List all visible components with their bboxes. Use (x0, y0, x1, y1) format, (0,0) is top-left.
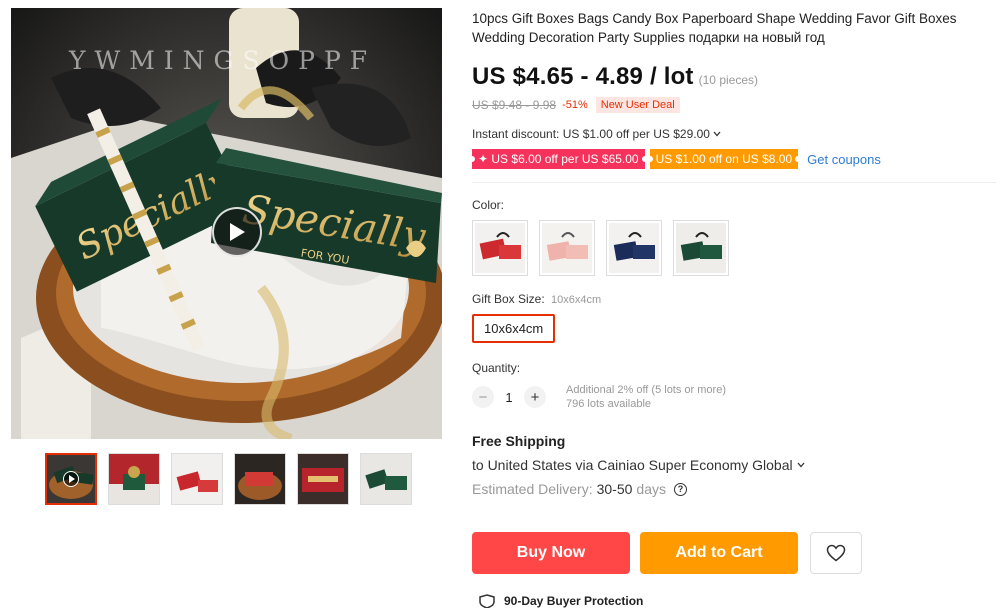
shipping-method-text: to United States via Cainiao Super Econo… (472, 457, 793, 473)
thumbnail-4[interactable] (234, 453, 286, 505)
main-product-image[interactable]: Specially Specially FOR YOU YWMINGSOPPF (11, 8, 442, 439)
shield-icon (479, 594, 495, 608)
action-buttons: Buy Now Add to Cart (472, 532, 862, 574)
new-user-deal-badge: New User Deal (595, 97, 680, 113)
size-option-10x6x4[interactable]: 10x6x4cm (472, 314, 556, 343)
coupon-row: ✦ US $6.00 off per US $65.00 US $1.00 of… (469, 149, 996, 169)
estimated-delivery-label: Estimated Delivery: (472, 481, 593, 497)
thumbnail-image (235, 454, 285, 504)
quantity-value[interactable]: 1 (494, 390, 524, 405)
swatch-image (676, 223, 726, 273)
thumbnail-image (361, 454, 411, 504)
chevron-down-icon (713, 131, 721, 137)
thumbnail-6[interactable] (360, 453, 412, 505)
quantity-decrease-button[interactable]: − (472, 386, 494, 408)
coupon-6-off[interactable]: ✦ US $6.00 off per US $65.00 (469, 149, 648, 169)
estimated-delivery-unit: days (636, 481, 666, 497)
thumbnail-1[interactable] (45, 453, 97, 505)
color-option-red[interactable] (472, 220, 528, 276)
color-option-pink[interactable] (539, 220, 595, 276)
original-price: US $9.48 - 9.98 (472, 98, 557, 112)
thumbnail-strip (45, 453, 412, 505)
size-label-row: Gift Box Size: 10x6x4cm (472, 292, 996, 306)
color-option-green[interactable] (673, 220, 729, 276)
estimated-delivery: Estimated Delivery: 30-50 days ? (472, 481, 996, 497)
instant-discount-text: Instant discount: US $1.00 off per US $2… (472, 127, 710, 141)
coupon-1-off[interactable]: US $1.00 off on US $8.00 (646, 149, 801, 169)
thumbnail-5[interactable] (297, 453, 349, 505)
color-option-navy[interactable] (606, 220, 662, 276)
add-to-cart-button[interactable]: Add to Cart (640, 532, 798, 574)
buyer-protection: 90-Day Buyer Protection (478, 594, 643, 608)
product-title: 10pcs Gift Boxes Bags Candy Box Paperboa… (472, 11, 957, 45)
swatch-image (609, 223, 659, 273)
shipping-title: Free Shipping (472, 433, 566, 449)
thumbnail-2[interactable] (108, 453, 160, 505)
size-label: Gift Box Size: (472, 292, 545, 306)
quantity-note: Additional 2% off (5 lots or more) 796 l… (566, 383, 726, 411)
buy-now-button[interactable]: Buy Now (472, 532, 630, 574)
thumbnail-image (298, 454, 348, 504)
bulk-discount-note: Additional 2% off (5 lots or more) (566, 384, 726, 396)
original-price-row: US $9.48 - 9.98 -51% New User Deal (472, 97, 996, 113)
estimated-delivery-value: 30-50 (596, 481, 633, 497)
color-swatches (472, 220, 996, 276)
current-price: US $4.65 - 4.89 / lot (472, 63, 694, 90)
watermark-text: YWMINGSOPPF (69, 46, 377, 75)
swatch-image (542, 223, 592, 273)
shipping-method[interactable]: to United States via Cainiao Super Econo… (472, 457, 996, 473)
color-label: Color: (472, 198, 505, 212)
price-row: US $4.65 - 4.89 / lot (10 pieces) (472, 63, 996, 91)
thumbnail-image (172, 454, 222, 504)
divider (472, 182, 996, 183)
size-selected-value: 10x6x4cm (551, 294, 602, 306)
play-icon (230, 223, 245, 241)
product-info: 10pcs Gift Boxes Bags Candy Box Paperboa… (469, 9, 996, 497)
quantity-label: Quantity: (472, 361, 521, 375)
chevron-down-icon (797, 462, 805, 468)
quantity-stepper: − 1 + Additional 2% off (5 lots or more)… (472, 383, 996, 411)
instant-discount[interactable]: Instant discount: US $1.00 off per US $2… (472, 127, 996, 141)
help-icon[interactable]: ? (673, 482, 687, 496)
heart-icon (826, 544, 846, 562)
swatch-image (475, 223, 525, 273)
thumbnail-3[interactable] (171, 453, 223, 505)
play-video-button[interactable] (212, 207, 262, 257)
buyer-protection-text: 90-Day Buyer Protection (504, 594, 644, 608)
discount-percent: -51% (562, 99, 588, 111)
quantity-increase-button[interactable]: + (524, 386, 546, 408)
wishlist-button[interactable] (810, 532, 862, 574)
thumbnail-image (109, 454, 159, 504)
get-coupons-link[interactable]: Get coupons (807, 152, 881, 167)
play-icon (63, 471, 79, 487)
pieces-count: (10 pieces) (698, 73, 759, 87)
stock-available-note: 796 lots available (566, 398, 652, 410)
